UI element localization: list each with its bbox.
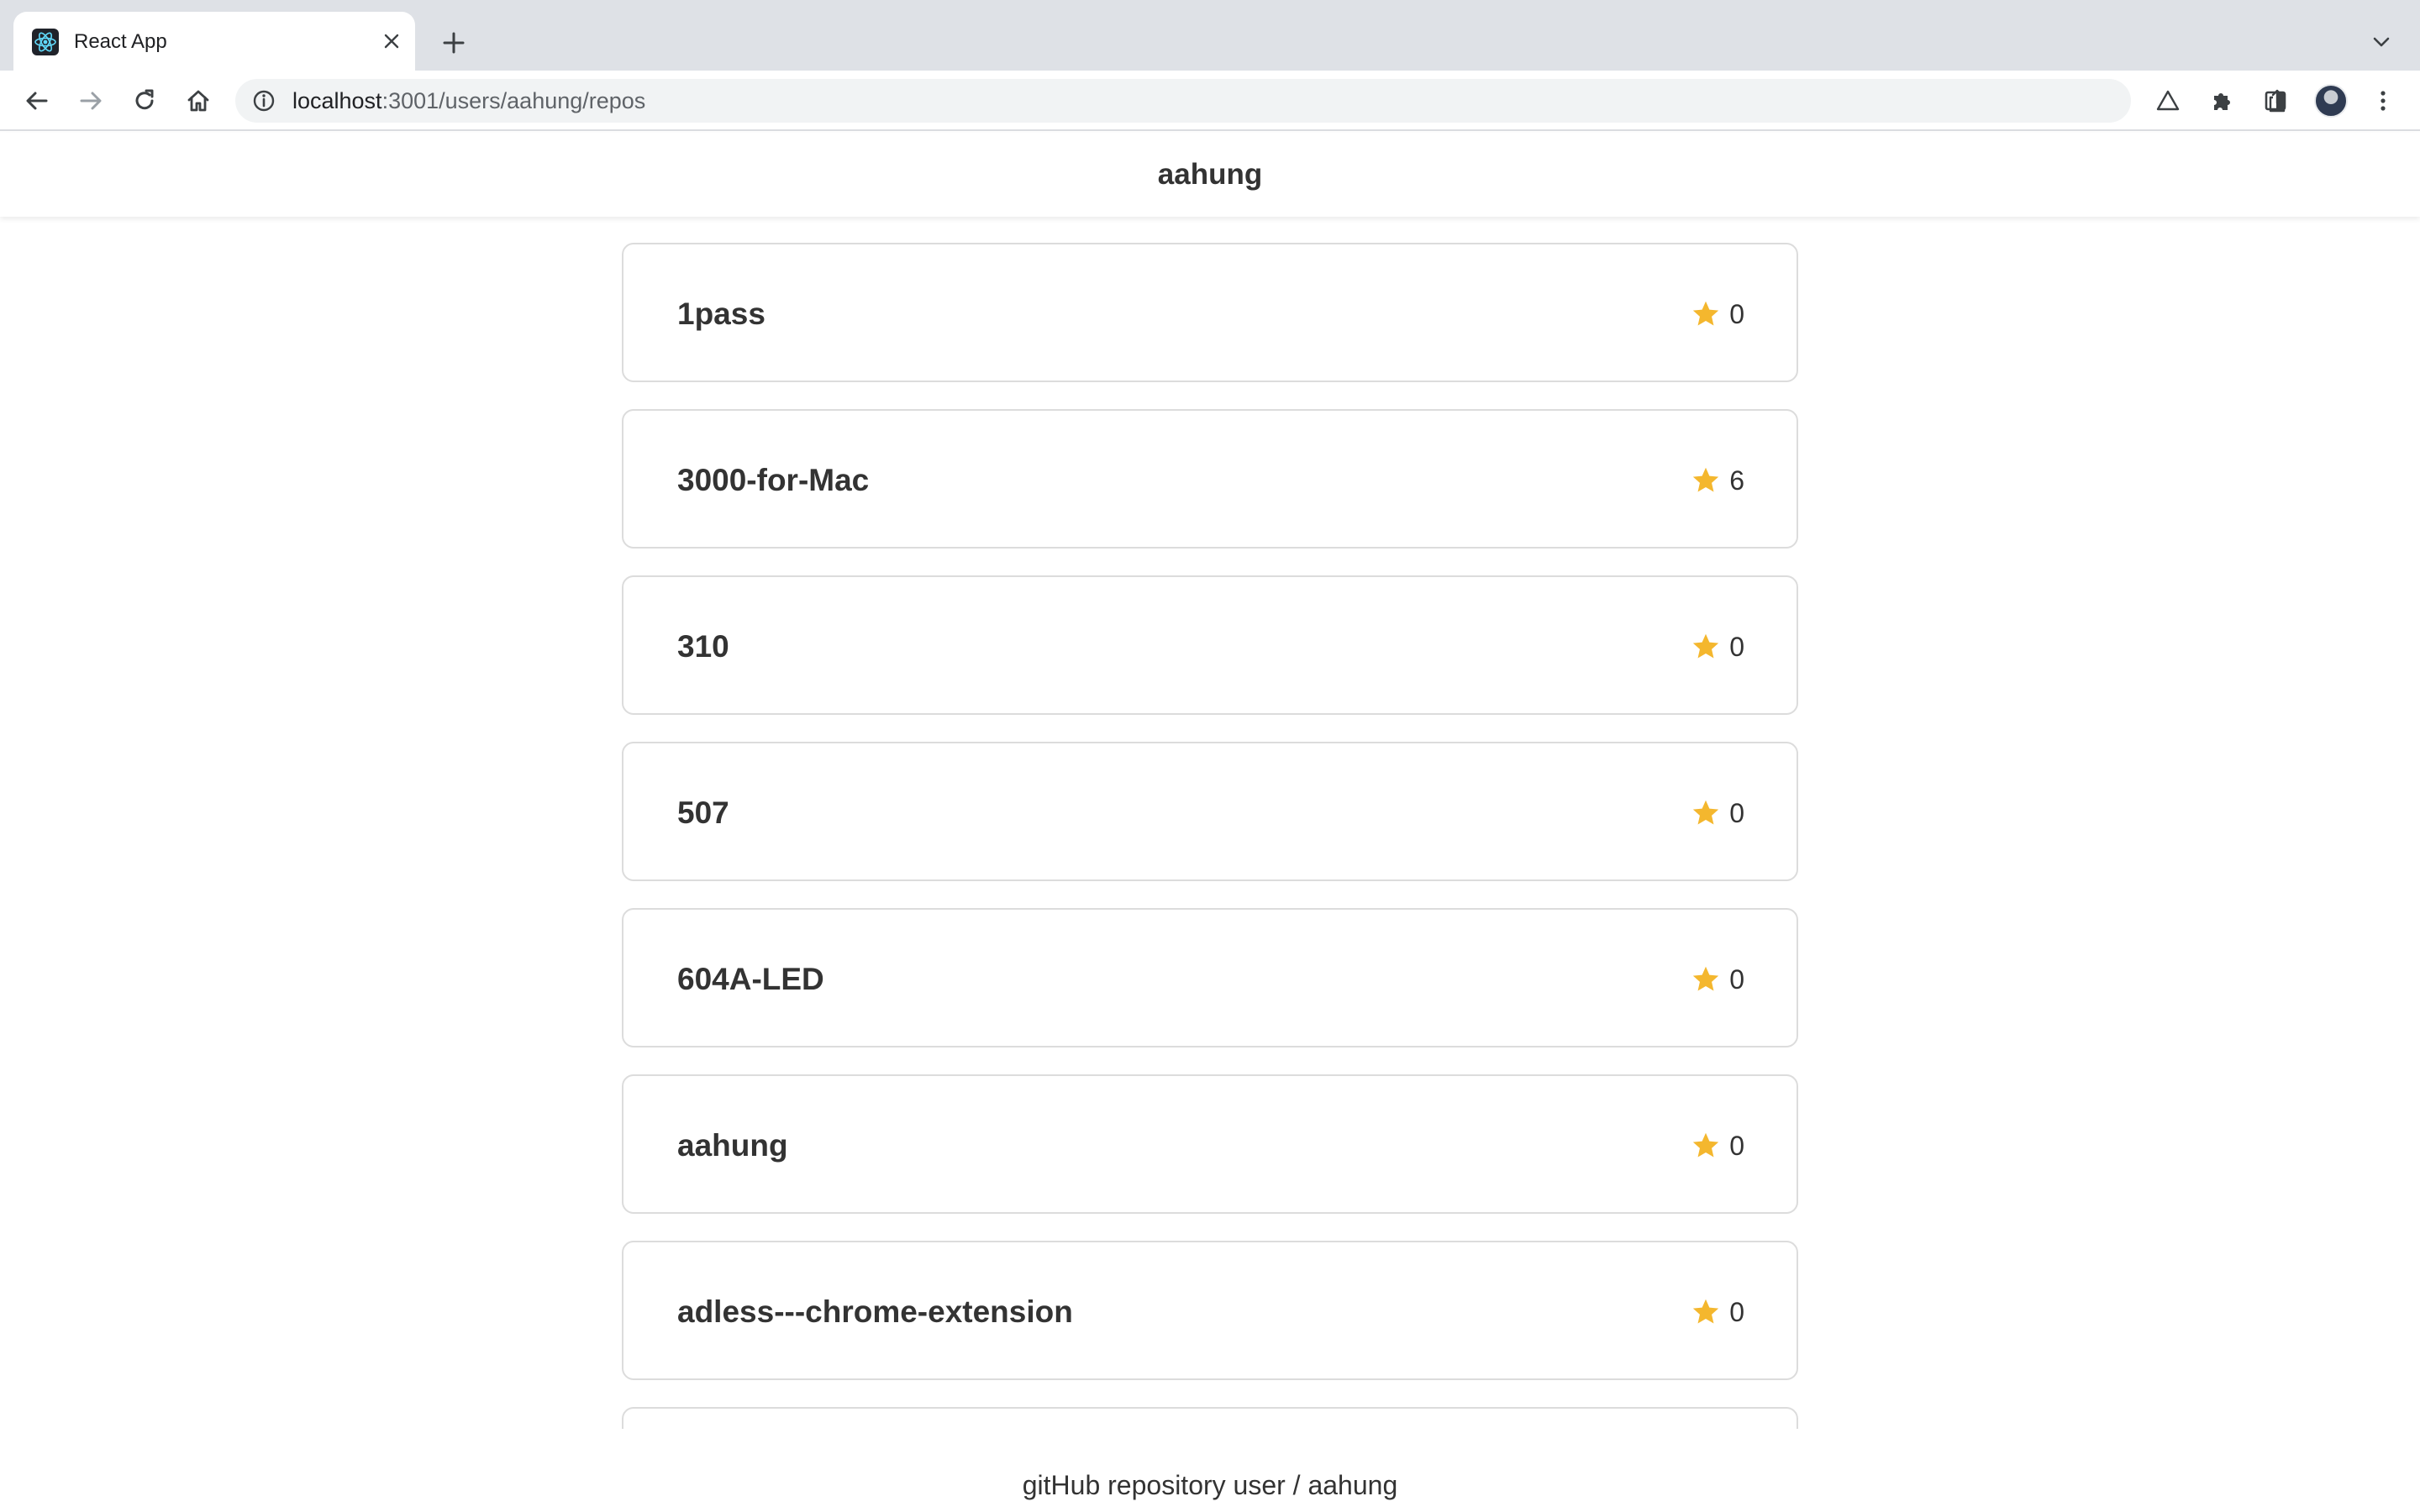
repo-name: 310 xyxy=(677,629,729,664)
star-icon xyxy=(1693,800,1719,825)
repo-stars: 0 xyxy=(1691,577,1744,717)
star-count: 0 xyxy=(1729,631,1744,662)
page-title: aahung xyxy=(1157,158,1263,191)
repo-card[interactable]: 507 0 xyxy=(622,742,1798,881)
tab-title: React App xyxy=(74,30,167,53)
repo-name: 604A-LED xyxy=(677,962,824,996)
repo-stars: 0 xyxy=(1691,244,1744,384)
star-icon xyxy=(1693,966,1719,991)
star-count: 0 xyxy=(1729,1130,1744,1161)
browser-tab[interactable]: React App xyxy=(13,12,415,71)
star-count: 0 xyxy=(1729,963,1744,995)
repo-list: 1pass 0 3000-for-Mac 6 310 0 507 0 604A-… xyxy=(622,243,1798,1429)
side-panel-icon[interactable] xyxy=(2257,82,2294,119)
repo-name: aahung xyxy=(677,1128,788,1163)
repo-name: adless---chrome-extension xyxy=(677,1294,1073,1329)
address-bar[interactable]: localhost:3001/users/aahung/repos xyxy=(235,79,2344,123)
reload-icon[interactable] xyxy=(126,82,163,119)
repo-card[interactable]: 3000-for-Mac 6 xyxy=(622,409,1798,549)
url-path: :3001/users/aahung/repos xyxy=(381,88,646,113)
browser-toolbar: localhost:3001/users/aahung/repos xyxy=(0,71,2420,131)
home-icon[interactable] xyxy=(180,82,217,119)
extensions-icon[interactable] xyxy=(2203,82,2240,119)
repo-card[interactable]: 1pass 0 xyxy=(622,243,1798,382)
repo-card[interactable]: 310 0 xyxy=(622,575,1798,715)
avatar[interactable] xyxy=(2314,84,2348,118)
repo-stars: 0 xyxy=(1691,1076,1744,1215)
close-icon[interactable] xyxy=(376,26,407,56)
star-icon xyxy=(1693,467,1719,492)
tab-strip: React App xyxy=(0,0,2420,71)
url-text: localhost:3001/users/aahung/repos xyxy=(292,87,645,114)
url-host: localhost xyxy=(292,88,382,113)
repo-card[interactable]: aahung 0 xyxy=(622,1074,1798,1214)
star-count: 0 xyxy=(1729,1296,1744,1327)
new-tab-plus-icon[interactable] xyxy=(435,24,472,61)
app-header: aahung xyxy=(0,133,2420,217)
repo-name: 3000-for-Mac xyxy=(677,463,870,497)
repo-stars: 0 xyxy=(1691,743,1744,883)
repo-card[interactable]: 604A-LED 0 xyxy=(622,908,1798,1047)
menu-icon[interactable] xyxy=(2365,82,2402,119)
star-count: 0 xyxy=(1729,797,1744,828)
repo-stars: 0 xyxy=(1691,1242,1744,1382)
star-icon xyxy=(1693,301,1719,326)
star-count: 0 xyxy=(1729,298,1744,329)
react-logo-icon xyxy=(32,29,59,55)
repo-name: 1pass xyxy=(677,297,765,331)
star-count: 6 xyxy=(1729,465,1744,496)
repo-stars: 0 xyxy=(1691,910,1744,1049)
repo-stars: 6 xyxy=(1691,411,1744,550)
star-icon xyxy=(1693,1132,1719,1158)
back-icon[interactable] xyxy=(18,82,55,119)
chevron-down-icon[interactable] xyxy=(2365,25,2398,59)
footer-text: gitHub repository user / aahung xyxy=(1022,1470,1398,1500)
repo-card-partial[interactable] xyxy=(622,1407,1798,1429)
info-icon[interactable] xyxy=(252,89,276,113)
repo-card[interactable]: adless---chrome-extension 0 xyxy=(622,1241,1798,1380)
star-icon xyxy=(1693,633,1719,659)
repo-name: 507 xyxy=(677,795,729,830)
drive-icon[interactable] xyxy=(2149,82,2186,119)
star-icon xyxy=(1693,1299,1719,1324)
forward-icon[interactable] xyxy=(72,82,109,119)
